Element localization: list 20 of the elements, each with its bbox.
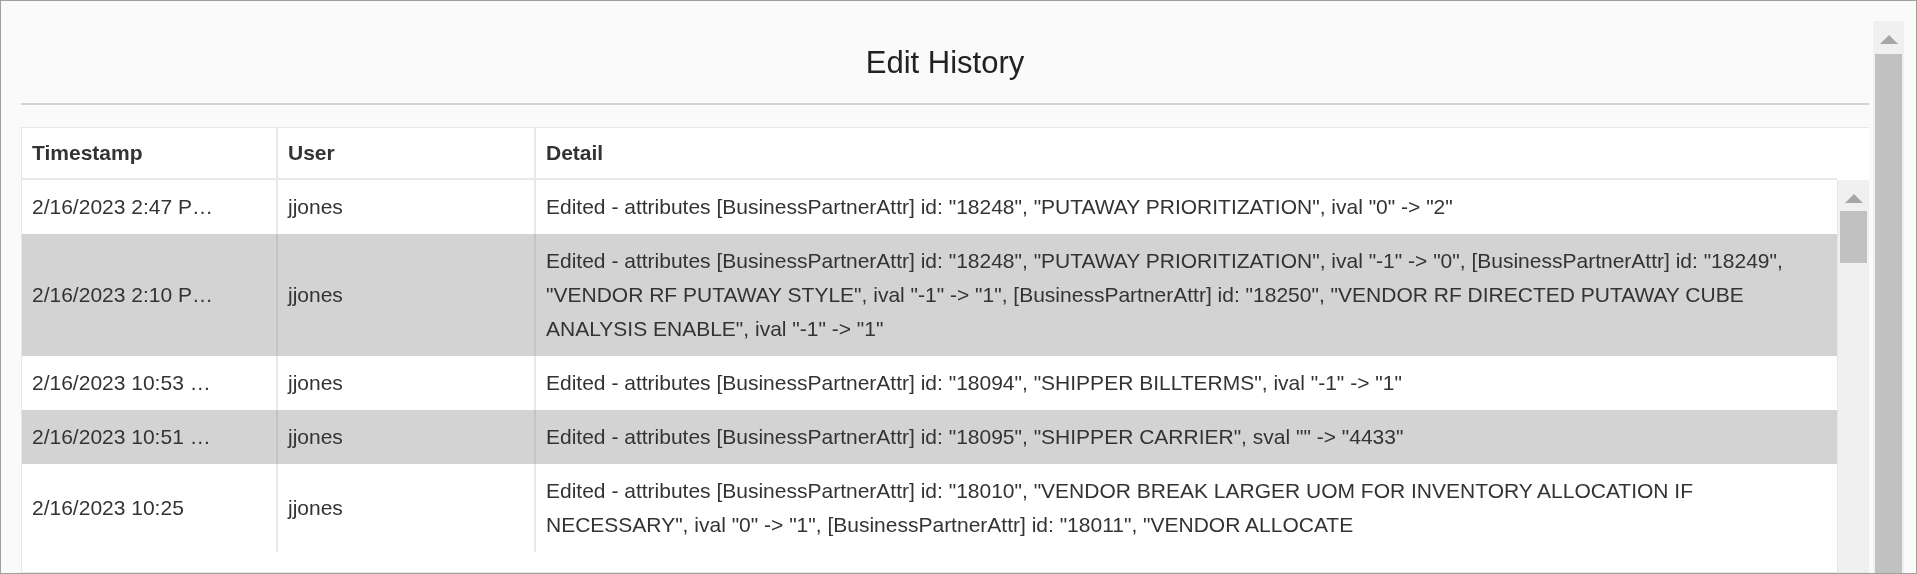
table-cell: Edited - attributes [BusinessPartnerAttr] id: "18095", "SHIPPER CARRIER", sval "" -> "4433" [536, 410, 1837, 464]
table-cell: jjones [278, 464, 536, 552]
table-cell-text: Edited - attributes [BusinessPartnerAttr] id: "18010", "VENDOR BREAK LARGER UOM FOR INVENTORY ALLOCATION IF NECESSARY", ival "0" -> "1", [BusinessPartnerAttr] id: "18011", "VENDOR ALLOCATE [545, 478, 1695, 538]
column-header: User [278, 128, 536, 180]
dialog-title: Edit History [864, 44, 1026, 82]
table-cell: Edited - attributes [BusinessPartnerAttr] id: "18248", "PUTAWAY PRIORITIZATION", ival "-1" -> "0", [BusinessPartnerAttr] id: "18249", "VENDOR RF PUTAWAY STYLE", ival "-1" -> "1", [BusinessPartnerAttr] id: "18250", "VENDOR RF DIRECTED PUTAWAY CUBE ANALYSIS ENABLE", ival "-1" -> "1" [536, 234, 1837, 356]
page-scrollbar[interactable] [1873, 21, 1904, 573]
table-cell: 2/16/2023 10:51 … [22, 410, 278, 464]
scroll-up-icon[interactable] [1879, 35, 1898, 44]
column-header: Timestamp [22, 128, 278, 180]
table-cell: 2/16/2023 10:25 [22, 464, 278, 552]
table-scrollbar[interactable] [1837, 180, 1869, 572]
table-cell: jjones [278, 410, 536, 464]
scrollbar-thumb[interactable] [1840, 211, 1867, 263]
column-header: Detail [536, 128, 1837, 180]
table-cell: 2/16/2023 2:10 P… [22, 234, 278, 356]
table-cell: jjones [278, 234, 536, 356]
table-cell-text: Edited - attributes [BusinessPartnerAttr] id: "18248", "PUTAWAY PRIORITIZATION", ival "0" -> "2" [545, 194, 1454, 220]
scrollbar-thumb[interactable] [1875, 54, 1902, 573]
table-cell-text: Edited - attributes [BusinessPartnerAttr] id: "18094", "SHIPPER BILLTERMS", ival "-1" -> "1" [545, 370, 1403, 396]
